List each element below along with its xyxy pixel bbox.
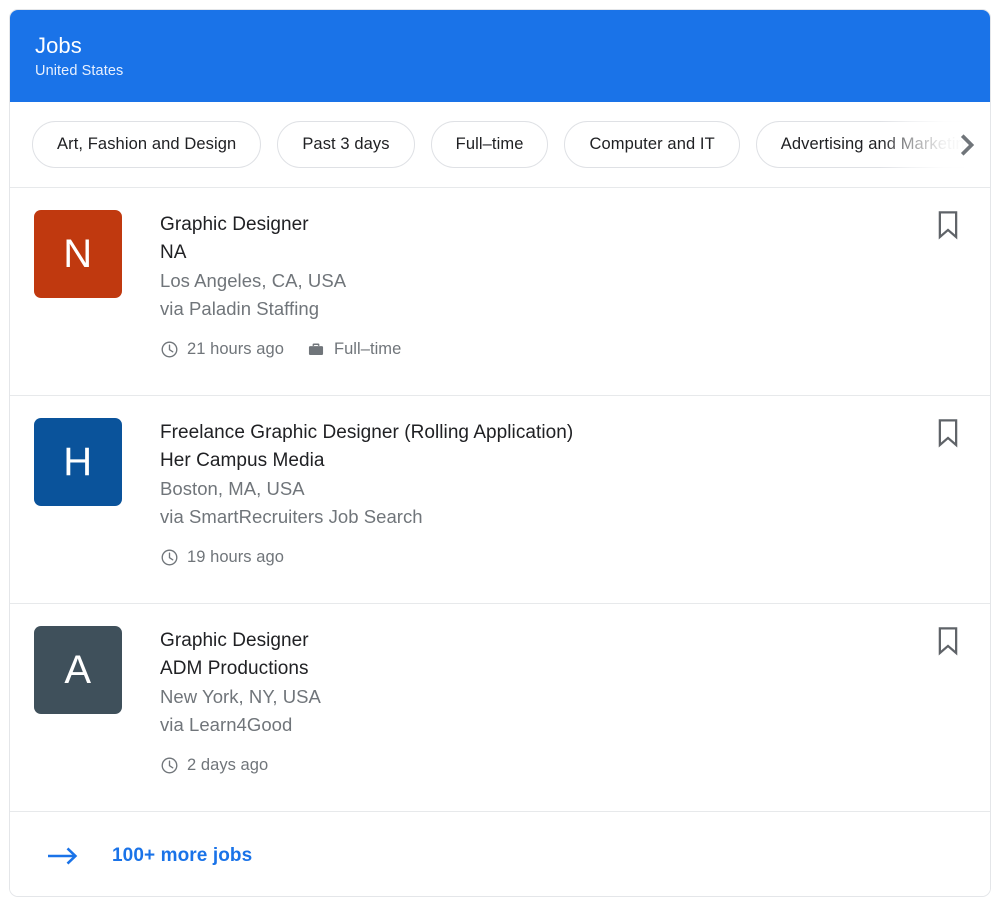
job-details: Freelance Graphic Designer (Rolling Appl… — [122, 418, 966, 567]
filter-chip-label: Art, Fashion and Design — [57, 135, 237, 153]
page-title: Jobs — [35, 33, 82, 58]
job-details: Graphic Designer ADM Productions New Yor… — [122, 626, 966, 775]
filter-chip-past-3-days[interactable]: Past 3 days — [277, 121, 415, 168]
jobs-list: N Graphic Designer NA Los Angeles, CA, U… — [10, 188, 990, 815]
company-logo-avatar: A — [34, 626, 122, 714]
header-location-subtitle: United States — [35, 63, 124, 79]
briefcase-icon — [306, 340, 326, 359]
clock-icon — [160, 340, 179, 359]
job-posted-meta: 19 hours ago — [160, 547, 284, 567]
filter-chip-full-time[interactable]: Full–time — [430, 121, 549, 168]
company-logo-letter: A — [64, 648, 92, 692]
jobs-card: Jobs United States Art, Fashion and Desi… — [9, 9, 991, 897]
job-location: Los Angeles, CA, USA — [160, 270, 347, 291]
filter-chip-label: Past 3 days — [302, 135, 390, 153]
job-posted-meta: 21 hours ago — [160, 339, 284, 359]
filter-chip-label: Advertising and Marketing — [780, 135, 975, 153]
job-list-item[interactable]: N Graphic Designer NA Los Angeles, CA, U… — [10, 188, 990, 396]
chevron-right-icon — [954, 132, 980, 158]
job-posted-time: 21 hours ago — [187, 340, 284, 358]
job-location: New York, NY, USA — [160, 686, 321, 707]
clock-icon — [160, 756, 179, 775]
job-list-item[interactable]: H Freelance Graphic Designer (Rolling Ap… — [10, 396, 990, 604]
filter-chip-art-fashion-and-design[interactable]: Art, Fashion and Design — [32, 121, 262, 168]
job-list-item[interactable]: A Graphic Designer ADM Productions New Y… — [10, 604, 990, 812]
job-company: NA — [160, 242, 187, 263]
save-job-button[interactable] — [932, 626, 964, 660]
job-meta-row: 2 days ago — [160, 755, 966, 775]
more-jobs-label: 100+ more jobs — [112, 844, 253, 866]
job-source: via Paladin Staffing — [160, 298, 320, 319]
company-logo-letter: N — [63, 232, 93, 276]
bookmark-icon — [935, 418, 961, 448]
job-meta-row: 19 hours ago — [160, 547, 966, 567]
job-details: Graphic Designer NA Los Angeles, CA, USA… — [122, 210, 966, 359]
filter-chips-bar: Art, Fashion and Design Past 3 days Full… — [10, 102, 990, 188]
company-logo-letter: H — [63, 440, 93, 484]
job-employment-type: Full–time — [333, 340, 402, 358]
job-source: via SmartRecruiters Job Search — [160, 506, 423, 527]
clock-icon — [160, 548, 179, 567]
save-job-button[interactable] — [932, 210, 964, 244]
filter-chips-row[interactable]: Art, Fashion and Design Past 3 days Full… — [10, 102, 990, 187]
more-jobs-link[interactable]: 100+ more jobs — [10, 815, 990, 896]
job-posted-time: 2 days ago — [187, 756, 269, 774]
save-job-button[interactable] — [932, 418, 964, 452]
job-posted-time: 19 hours ago — [187, 548, 284, 566]
job-location: Boston, MA, USA — [160, 478, 305, 499]
filter-chip-label: Computer and IT — [589, 135, 715, 153]
company-logo-avatar: N — [34, 210, 122, 298]
job-source: via Learn4Good — [160, 714, 293, 735]
job-meta-row: 21 hours ago Full–time — [160, 339, 966, 359]
job-type-meta: Full–time — [306, 339, 401, 359]
jobs-widget-page: Jobs United States Art, Fashion and Desi… — [0, 0, 1000, 910]
job-title: Graphic Designer — [160, 630, 309, 651]
job-title: Graphic Designer — [160, 214, 309, 235]
job-company: Her Campus Media — [160, 450, 325, 471]
arrow-right-icon — [46, 844, 80, 868]
jobs-header: Jobs United States — [10, 10, 990, 102]
filter-chip-computer-and-it[interactable]: Computer and IT — [564, 121, 740, 168]
job-title: Freelance Graphic Designer (Rolling Appl… — [160, 422, 574, 443]
job-posted-meta: 2 days ago — [160, 755, 268, 775]
chips-scroll-next-button[interactable] — [948, 126, 986, 164]
bookmark-icon — [935, 626, 961, 656]
job-company: ADM Productions — [160, 658, 309, 679]
filter-chip-label: Full–time — [455, 135, 524, 153]
bookmark-icon — [935, 210, 961, 240]
company-logo-avatar: H — [34, 418, 122, 506]
